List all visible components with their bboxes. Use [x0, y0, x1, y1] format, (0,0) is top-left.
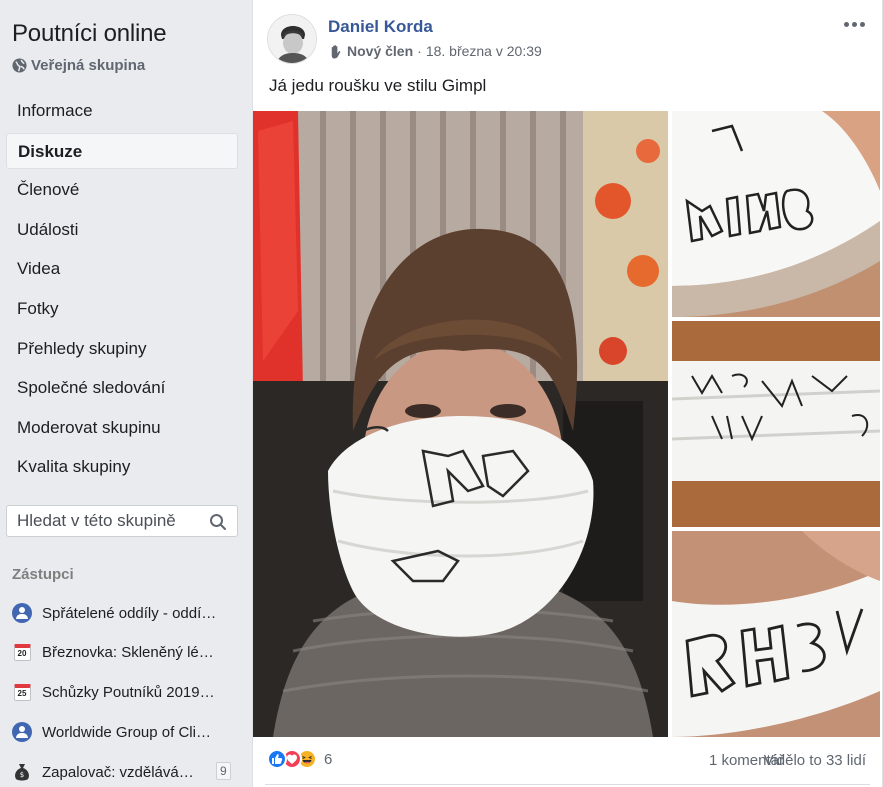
shortcut-item[interactable]: Spřátelené oddíly - oddí… — [12, 597, 244, 629]
seen-by-count[interactable]: Vidělo to 33 lidí — [764, 752, 866, 769]
photo-mask-fold-closeup[interactable] — [672, 321, 880, 527]
group-search-input[interactable] — [17, 511, 207, 531]
footer-divider — [265, 784, 870, 785]
group-search — [6, 505, 238, 537]
group-icon — [12, 603, 32, 623]
nav-item-prehledy[interactable]: Přehledy skupiny — [6, 331, 238, 367]
post-meta: Nový člen · 18. března v 20:39 — [328, 43, 542, 59]
photo-selfie-with-mask[interactable] — [253, 111, 668, 737]
waving-hand-icon — [331, 44, 341, 59]
photo-grid — [253, 111, 882, 737]
nav-item-clenove[interactable]: Členové — [6, 172, 238, 208]
shortcut-item[interactable]: $ Zapalovač: vzdělává… 9 — [12, 756, 244, 787]
feed-post: Daniel Korda Nový člen · 18. března v 20… — [252, 0, 883, 787]
shortcut-label: Schůzky Poutníků 2019… — [42, 684, 215, 702]
shortcuts-list: Spřátelené oddíly - oddí… 20 Březnovka: … — [12, 597, 244, 787]
meta-separator: · — [417, 43, 422, 59]
shortcuts-title: Zástupci — [12, 566, 74, 583]
calendar-icon: 25 — [12, 683, 32, 703]
nav-item-udalosti[interactable]: Události — [6, 212, 238, 248]
nav-item-diskuze[interactable]: Diskuze — [6, 132, 238, 169]
shortcut-label: Zapalovač: vzdělává… — [42, 763, 194, 781]
photo-mask-king-closeup[interactable] — [672, 111, 880, 317]
group-privacy: Veřejná skupina — [12, 57, 145, 74]
shortcut-item[interactable]: 25 Schůzky Poutníků 2019… — [12, 677, 244, 709]
shortcut-label: Březnovka: Skleněný lé… — [42, 644, 214, 662]
nav-item-fotky[interactable]: Fotky — [6, 291, 238, 327]
svg-text:$: $ — [20, 771, 24, 779]
like-reaction-icon — [267, 749, 287, 769]
post-author[interactable]: Daniel Korda — [328, 17, 433, 37]
shortcut-item[interactable]: 20 Březnovka: Skleněný lé… — [12, 637, 244, 669]
group-title[interactable]: Poutníci online — [12, 20, 167, 48]
post-footer: 6 1 komentář Vidělo to 33 lidí — [253, 743, 882, 779]
shortcut-label: Spřátelené oddíly - oddí… — [42, 604, 217, 622]
member-badge[interactable]: Nový člen — [347, 43, 413, 59]
privacy-label: Veřejná skupina — [31, 57, 146, 74]
globe-icon — [12, 58, 27, 73]
more-options-icon[interactable] — [844, 14, 866, 34]
calendar-icon: 20 — [12, 643, 32, 663]
notification-badge: 9 — [216, 762, 231, 781]
money-bag-icon: $ — [12, 762, 32, 782]
post-text: Já jedu roušku ve stilu Gimpl — [269, 76, 487, 95]
group-nav: Informace Diskuze Členové Události Videa… — [6, 93, 238, 489]
group-sidebar: Poutníci online Veřejná skupina Informac… — [0, 0, 250, 787]
post-timestamp[interactable]: 18. března v 20:39 — [426, 43, 542, 59]
nav-item-informace[interactable]: Informace — [6, 93, 238, 129]
nav-item-spolecne-sledovani[interactable]: Společné sledování — [6, 370, 238, 406]
shortcut-item[interactable]: Worldwide Group of Cli… — [12, 716, 244, 748]
avatar[interactable] — [267, 14, 317, 64]
shortcut-label: Worldwide Group of Cli… — [42, 723, 211, 741]
nav-item-videa[interactable]: Videa — [6, 251, 238, 287]
nav-item-moderovat[interactable]: Moderovat skupinu — [6, 410, 238, 446]
reaction-count: 6 — [324, 750, 333, 768]
photo-mask-rhs-closeup[interactable] — [672, 531, 880, 737]
group-icon — [12, 722, 32, 743]
reactions-summary[interactable]: 6 — [267, 749, 332, 769]
search-icon[interactable] — [209, 513, 227, 531]
nav-item-kvalita[interactable]: Kvalita skupiny — [6, 449, 238, 485]
